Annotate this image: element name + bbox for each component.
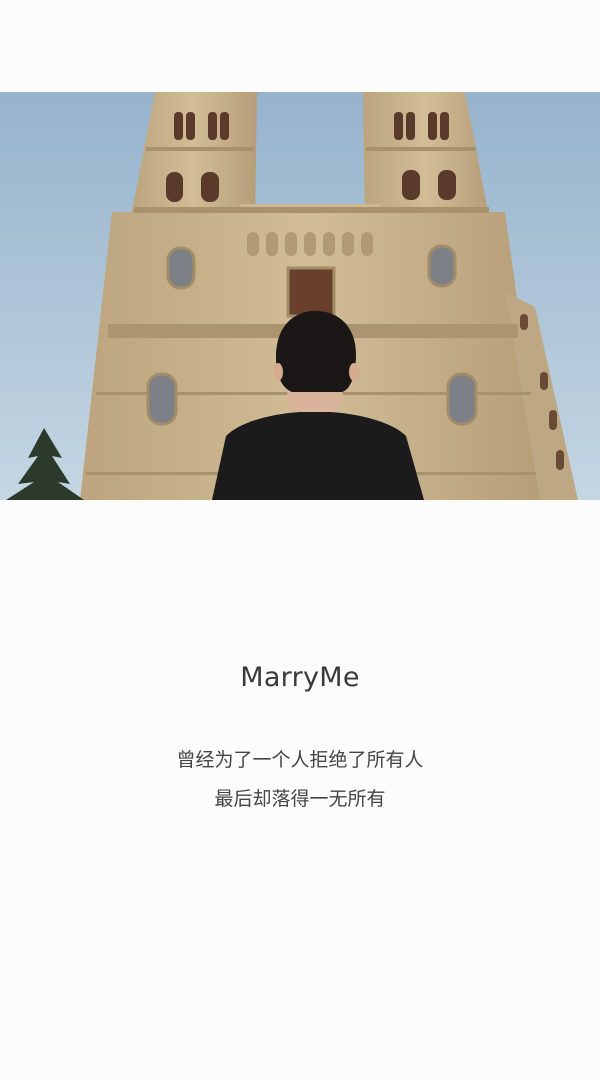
caption-line-1: 曾经为了一个人拒绝了所有人 [176,749,424,771]
caption-line-2: 最后却落得一无所有 [214,788,386,810]
person-ear [349,363,359,381]
cornice-line [146,147,254,151]
title-text: MarryMe [240,662,360,693]
person-ear [273,363,283,381]
person-hair [276,310,356,392]
cornice-line [134,207,489,213]
cornice-line [366,147,476,151]
church-photo [0,92,600,500]
